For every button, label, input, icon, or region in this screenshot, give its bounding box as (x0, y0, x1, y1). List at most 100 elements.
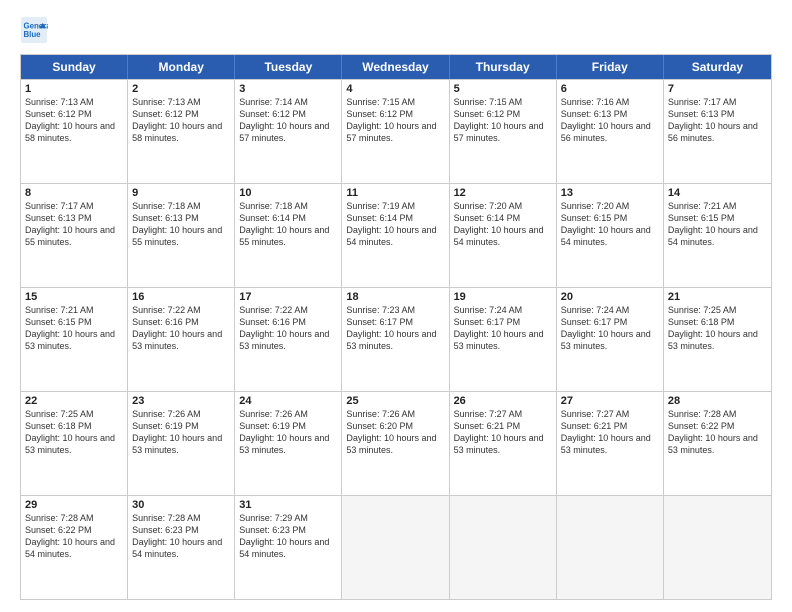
calendar-cell: 21Sunrise: 7:25 AM Sunset: 6:18 PM Dayli… (664, 288, 771, 391)
calendar-cell: 15Sunrise: 7:21 AM Sunset: 6:15 PM Dayli… (21, 288, 128, 391)
day-number: 20 (561, 291, 659, 303)
calendar-cell: 17Sunrise: 7:22 AM Sunset: 6:16 PM Dayli… (235, 288, 342, 391)
day-info: Sunrise: 7:25 AM Sunset: 6:18 PM Dayligh… (668, 304, 767, 353)
calendar-cell: 18Sunrise: 7:23 AM Sunset: 6:17 PM Dayli… (342, 288, 449, 391)
day-number: 12 (454, 187, 552, 199)
day-info: Sunrise: 7:21 AM Sunset: 6:15 PM Dayligh… (668, 200, 767, 249)
day-number: 24 (239, 395, 337, 407)
calendar-cell: 5Sunrise: 7:15 AM Sunset: 6:12 PM Daylig… (450, 80, 557, 183)
day-number: 7 (668, 83, 767, 95)
day-number: 9 (132, 187, 230, 199)
calendar-cell (557, 496, 664, 599)
page: General Blue SundayMondayTuesdayWednesda… (0, 0, 792, 612)
calendar-cell: 25Sunrise: 7:26 AM Sunset: 6:20 PM Dayli… (342, 392, 449, 495)
day-info: Sunrise: 7:26 AM Sunset: 6:20 PM Dayligh… (346, 408, 444, 457)
day-info: Sunrise: 7:29 AM Sunset: 6:23 PM Dayligh… (239, 512, 337, 561)
header: General Blue (20, 16, 772, 44)
calendar-cell: 23Sunrise: 7:26 AM Sunset: 6:19 PM Dayli… (128, 392, 235, 495)
calendar-header-cell: Friday (557, 55, 664, 79)
calendar-cell: 12Sunrise: 7:20 AM Sunset: 6:14 PM Dayli… (450, 184, 557, 287)
calendar-header-cell: Tuesday (235, 55, 342, 79)
day-number: 17 (239, 291, 337, 303)
day-number: 10 (239, 187, 337, 199)
day-info: Sunrise: 7:14 AM Sunset: 6:12 PM Dayligh… (239, 96, 337, 145)
day-info: Sunrise: 7:28 AM Sunset: 6:22 PM Dayligh… (25, 512, 123, 561)
calendar-row: 8Sunrise: 7:17 AM Sunset: 6:13 PM Daylig… (21, 183, 771, 287)
day-info: Sunrise: 7:18 AM Sunset: 6:14 PM Dayligh… (239, 200, 337, 249)
calendar-cell: 27Sunrise: 7:27 AM Sunset: 6:21 PM Dayli… (557, 392, 664, 495)
day-info: Sunrise: 7:17 AM Sunset: 6:13 PM Dayligh… (25, 200, 123, 249)
calendar-cell: 3Sunrise: 7:14 AM Sunset: 6:12 PM Daylig… (235, 80, 342, 183)
day-info: Sunrise: 7:23 AM Sunset: 6:17 PM Dayligh… (346, 304, 444, 353)
day-info: Sunrise: 7:25 AM Sunset: 6:18 PM Dayligh… (25, 408, 123, 457)
calendar-cell: 29Sunrise: 7:28 AM Sunset: 6:22 PM Dayli… (21, 496, 128, 599)
calendar-cell: 19Sunrise: 7:24 AM Sunset: 6:17 PM Dayli… (450, 288, 557, 391)
day-number: 26 (454, 395, 552, 407)
day-info: Sunrise: 7:28 AM Sunset: 6:22 PM Dayligh… (668, 408, 767, 457)
day-info: Sunrise: 7:16 AM Sunset: 6:13 PM Dayligh… (561, 96, 659, 145)
day-number: 22 (25, 395, 123, 407)
day-info: Sunrise: 7:20 AM Sunset: 6:14 PM Dayligh… (454, 200, 552, 249)
calendar-cell: 8Sunrise: 7:17 AM Sunset: 6:13 PM Daylig… (21, 184, 128, 287)
day-number: 18 (346, 291, 444, 303)
calendar-cell: 24Sunrise: 7:26 AM Sunset: 6:19 PM Dayli… (235, 392, 342, 495)
day-number: 23 (132, 395, 230, 407)
calendar-cell: 22Sunrise: 7:25 AM Sunset: 6:18 PM Dayli… (21, 392, 128, 495)
day-number: 28 (668, 395, 767, 407)
calendar-cell: 14Sunrise: 7:21 AM Sunset: 6:15 PM Dayli… (664, 184, 771, 287)
day-info: Sunrise: 7:19 AM Sunset: 6:14 PM Dayligh… (346, 200, 444, 249)
calendar-cell: 26Sunrise: 7:27 AM Sunset: 6:21 PM Dayli… (450, 392, 557, 495)
calendar-cell: 4Sunrise: 7:15 AM Sunset: 6:12 PM Daylig… (342, 80, 449, 183)
day-number: 4 (346, 83, 444, 95)
day-number: 30 (132, 499, 230, 511)
day-number: 11 (346, 187, 444, 199)
day-number: 6 (561, 83, 659, 95)
calendar-cell: 7Sunrise: 7:17 AM Sunset: 6:13 PM Daylig… (664, 80, 771, 183)
logo-icon: General Blue (20, 16, 48, 44)
calendar-cell: 11Sunrise: 7:19 AM Sunset: 6:14 PM Dayli… (342, 184, 449, 287)
day-info: Sunrise: 7:17 AM Sunset: 6:13 PM Dayligh… (668, 96, 767, 145)
svg-text:Blue: Blue (24, 30, 42, 39)
day-number: 13 (561, 187, 659, 199)
calendar-row: 29Sunrise: 7:28 AM Sunset: 6:22 PM Dayli… (21, 495, 771, 599)
calendar-cell (342, 496, 449, 599)
calendar-cell: 1Sunrise: 7:13 AM Sunset: 6:12 PM Daylig… (21, 80, 128, 183)
calendar-header-cell: Monday (128, 55, 235, 79)
calendar-cell: 20Sunrise: 7:24 AM Sunset: 6:17 PM Dayli… (557, 288, 664, 391)
day-number: 25 (346, 395, 444, 407)
day-info: Sunrise: 7:24 AM Sunset: 6:17 PM Dayligh… (561, 304, 659, 353)
day-number: 16 (132, 291, 230, 303)
calendar-row: 22Sunrise: 7:25 AM Sunset: 6:18 PM Dayli… (21, 391, 771, 495)
day-info: Sunrise: 7:22 AM Sunset: 6:16 PM Dayligh… (239, 304, 337, 353)
calendar-header-cell: Wednesday (342, 55, 449, 79)
calendar-body: 1Sunrise: 7:13 AM Sunset: 6:12 PM Daylig… (21, 79, 771, 599)
logo: General Blue (20, 16, 52, 44)
day-number: 27 (561, 395, 659, 407)
day-info: Sunrise: 7:13 AM Sunset: 6:12 PM Dayligh… (25, 96, 123, 145)
calendar-cell: 10Sunrise: 7:18 AM Sunset: 6:14 PM Dayli… (235, 184, 342, 287)
day-info: Sunrise: 7:15 AM Sunset: 6:12 PM Dayligh… (346, 96, 444, 145)
day-number: 3 (239, 83, 337, 95)
calendar-header: SundayMondayTuesdayWednesdayThursdayFrid… (21, 55, 771, 79)
day-number: 2 (132, 83, 230, 95)
day-number: 19 (454, 291, 552, 303)
day-info: Sunrise: 7:15 AM Sunset: 6:12 PM Dayligh… (454, 96, 552, 145)
day-number: 21 (668, 291, 767, 303)
calendar-row: 1Sunrise: 7:13 AM Sunset: 6:12 PM Daylig… (21, 79, 771, 183)
day-info: Sunrise: 7:26 AM Sunset: 6:19 PM Dayligh… (132, 408, 230, 457)
calendar: SundayMondayTuesdayWednesdayThursdayFrid… (20, 54, 772, 600)
day-number: 29 (25, 499, 123, 511)
calendar-header-cell: Sunday (21, 55, 128, 79)
day-info: Sunrise: 7:27 AM Sunset: 6:21 PM Dayligh… (561, 408, 659, 457)
calendar-row: 15Sunrise: 7:21 AM Sunset: 6:15 PM Dayli… (21, 287, 771, 391)
calendar-cell: 16Sunrise: 7:22 AM Sunset: 6:16 PM Dayli… (128, 288, 235, 391)
calendar-cell: 13Sunrise: 7:20 AM Sunset: 6:15 PM Dayli… (557, 184, 664, 287)
day-info: Sunrise: 7:18 AM Sunset: 6:13 PM Dayligh… (132, 200, 230, 249)
day-info: Sunrise: 7:26 AM Sunset: 6:19 PM Dayligh… (239, 408, 337, 457)
day-number: 8 (25, 187, 123, 199)
calendar-cell (450, 496, 557, 599)
day-number: 5 (454, 83, 552, 95)
calendar-cell: 2Sunrise: 7:13 AM Sunset: 6:12 PM Daylig… (128, 80, 235, 183)
day-info: Sunrise: 7:28 AM Sunset: 6:23 PM Dayligh… (132, 512, 230, 561)
day-info: Sunrise: 7:13 AM Sunset: 6:12 PM Dayligh… (132, 96, 230, 145)
